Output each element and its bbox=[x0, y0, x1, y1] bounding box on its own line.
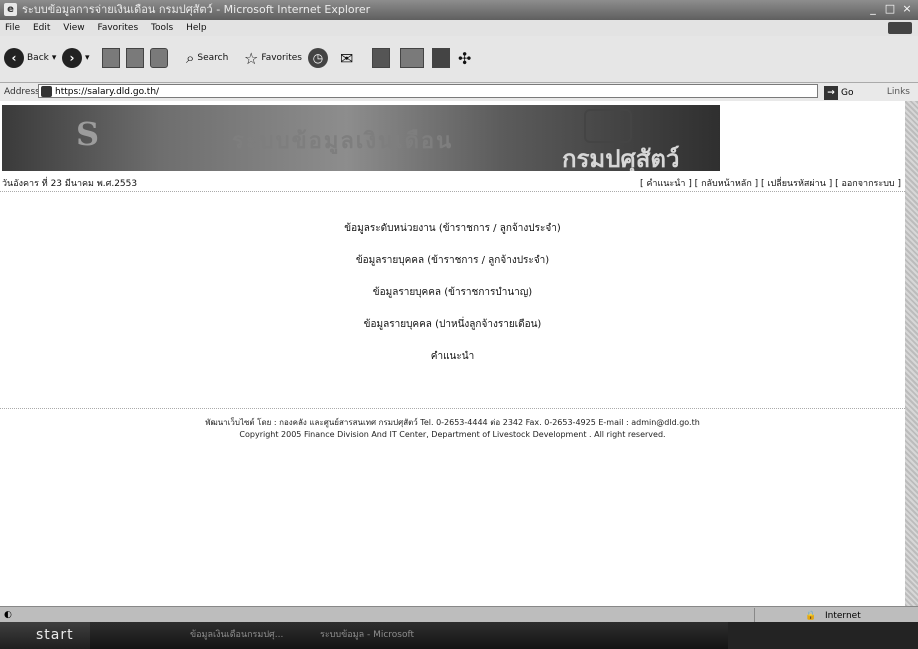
discuss-button[interactable] bbox=[432, 46, 450, 70]
page-viewport: S ระบบข้อมูลเงินเดือน กรมปศุสัตว์ วันอัง… bbox=[0, 101, 905, 606]
menu-favorites[interactable]: Favorites bbox=[92, 20, 143, 36]
menu-help[interactable]: Help bbox=[181, 20, 212, 36]
title-bar[interactable]: e ระบบข้อมูลการจ่ายเงินเดือน กรมปศุสัตว์… bbox=[0, 0, 918, 20]
nav-change-password-link[interactable]: เปลี่ยนรหัสผ่าน bbox=[767, 179, 825, 189]
nav-logout-link[interactable]: ออกจากระบบ bbox=[841, 179, 894, 189]
minimize-button[interactable]: _ bbox=[866, 2, 880, 16]
maximize-button[interactable]: □ bbox=[883, 2, 897, 16]
browser-window: e ระบบข้อมูลการจ่ายเงินเดือน กรมปศุสัตว์… bbox=[0, 0, 918, 649]
menu-link-agency-data[interactable]: ข้อมูลระดับหน่วยงาน (ข้าราชการ / ลูกจ้าง… bbox=[0, 221, 905, 253]
banner-title: ระบบข้อมูลเงินเดือน bbox=[232, 128, 454, 154]
chevron-down-icon: ▾ bbox=[85, 53, 90, 63]
menu-link-guide[interactable]: คำแนะนำ bbox=[0, 349, 905, 381]
nav-guide-link[interactable]: คำแนะนำ bbox=[646, 179, 685, 189]
divider bbox=[0, 191, 905, 192]
favorites-button[interactable]: ☆ Favorites bbox=[244, 46, 302, 70]
history-button[interactable]: ◷ bbox=[308, 46, 328, 70]
start-button[interactable]: start bbox=[0, 622, 90, 649]
window-controls: _ □ × bbox=[866, 2, 914, 16]
refresh-button[interactable] bbox=[126, 46, 144, 70]
security-zone: 🔒 Internet bbox=[754, 608, 905, 622]
menu-link-personal-data[interactable]: ข้อมูลรายบุคคล (ข้าราชการ / ลูกจ้างประจำ… bbox=[0, 253, 905, 285]
menu-link-pensioner-data[interactable]: ข้อมูลรายบุคคล (ข้าราชการบำนาญ) bbox=[0, 285, 905, 317]
page-status-icon: ◐ bbox=[4, 610, 12, 620]
top-nav: [ คำแนะนำ ] [ กลับหน้าหลัก ] [ เปลี่ยนรห… bbox=[640, 179, 901, 189]
print-icon bbox=[372, 48, 390, 68]
stop-button[interactable] bbox=[102, 46, 120, 70]
menu-bar: File Edit View Favorites Tools Help bbox=[0, 20, 918, 36]
system-tray bbox=[728, 622, 918, 649]
go-arrow-icon: → bbox=[824, 86, 838, 100]
address-url: https://salary.dld.go.th/ bbox=[55, 87, 160, 97]
address-bar: Address https://salary.dld.go.th/ → Go Li… bbox=[0, 82, 918, 102]
back-button[interactable]: ‹ Back ▾ bbox=[4, 46, 56, 70]
windows-flag-icon bbox=[888, 22, 912, 34]
menu-view[interactable]: View bbox=[58, 20, 89, 36]
refresh-icon bbox=[126, 48, 144, 68]
messenger-button[interactable]: ✣ bbox=[458, 46, 471, 70]
search-icon: ⌕ bbox=[186, 49, 195, 67]
current-date: วันอังคาร ที่ 23 มีนาคม พ.ศ.2553 bbox=[2, 179, 138, 189]
header-banner: S ระบบข้อมูลเงินเดือน กรมปศุสัตว์ bbox=[2, 105, 720, 171]
department-emblem bbox=[584, 109, 632, 143]
home-button[interactable] bbox=[150, 46, 168, 70]
print-button[interactable] bbox=[372, 46, 390, 70]
discuss-icon bbox=[432, 48, 450, 68]
edit-button[interactable] bbox=[400, 46, 424, 70]
home-icon bbox=[150, 48, 168, 68]
status-bar: ◐ 🔒 Internet bbox=[0, 606, 918, 623]
favorites-label: Favorites bbox=[261, 53, 302, 63]
forward-button[interactable]: › ▾ bbox=[62, 46, 90, 70]
mail-icon: ✉ bbox=[340, 48, 354, 68]
forward-arrow-icon: › bbox=[62, 48, 82, 68]
banner-logo-text: กรมปศุสัตว์ bbox=[562, 144, 680, 171]
back-arrow-icon: ‹ bbox=[4, 48, 24, 68]
mail-button[interactable]: ✉ bbox=[340, 46, 353, 70]
footer: พัฒนาเว็บไซต์ โดย : กองคลัง และศูนย์สารส… bbox=[0, 417, 905, 441]
taskbar: start ข้อมูลเงินเดือนกรมปศุ... ระบบข้อมู… bbox=[0, 622, 918, 649]
window-title: ระบบข้อมูลการจ่ายเงินเดือน กรมปศุสัตว์ -… bbox=[22, 3, 371, 16]
banner-letter: S bbox=[76, 115, 100, 153]
page-icon bbox=[41, 86, 52, 97]
search-button[interactable]: ⌕ Search bbox=[186, 46, 228, 70]
search-label: Search bbox=[197, 53, 229, 63]
footer-contact: พัฒนาเว็บไซต์ โดย : กองคลัง และศูนย์สารส… bbox=[205, 418, 700, 427]
ie-logo-icon: e bbox=[4, 3, 17, 16]
taskbar-item[interactable]: ระบบข้อมูล - Microsoft bbox=[320, 626, 414, 645]
edit-icon bbox=[400, 48, 424, 68]
toolbar: ‹ Back ▾ › ▾ ⌕ Search ☆ Favorites ◷ ✉ ✣ bbox=[0, 36, 918, 82]
messenger-icon: ✣ bbox=[458, 48, 472, 68]
back-label: Back bbox=[27, 53, 49, 63]
footer-divider bbox=[0, 408, 905, 409]
menu-file[interactable]: File bbox=[0, 20, 25, 36]
menu-link-monthly-employee-data[interactable]: ข้อมูลรายบุคคล (ปาหนึ่งลูกจ้างรายเดือน) bbox=[0, 317, 905, 349]
vertical-scrollbar[interactable] bbox=[905, 101, 918, 606]
address-label: Address bbox=[4, 87, 40, 97]
address-input[interactable]: https://salary.dld.go.th/ bbox=[38, 84, 818, 98]
chevron-down-icon: ▾ bbox=[51, 53, 57, 63]
menu-edit[interactable]: Edit bbox=[28, 20, 55, 36]
history-icon: ◷ bbox=[308, 48, 328, 68]
links-button[interactable]: Links bbox=[887, 83, 910, 101]
main-menu: ข้อมูลระดับหน่วยงาน (ข้าราชการ / ลูกจ้าง… bbox=[0, 221, 905, 381]
star-icon: ☆ bbox=[244, 48, 259, 68]
taskbar-item[interactable]: ข้อมูลเงินเดือนกรมปศุ... bbox=[190, 626, 283, 645]
nav-home-link[interactable]: กลับหน้าหลัก bbox=[701, 179, 752, 189]
footer-copyright: Copyright 2005 Finance Division And IT C… bbox=[239, 430, 666, 439]
go-label: Go bbox=[841, 88, 854, 98]
close-button[interactable]: × bbox=[900, 2, 914, 16]
go-button[interactable]: → Go bbox=[824, 84, 853, 102]
stop-icon bbox=[102, 48, 120, 68]
menu-tools[interactable]: Tools bbox=[146, 20, 178, 36]
